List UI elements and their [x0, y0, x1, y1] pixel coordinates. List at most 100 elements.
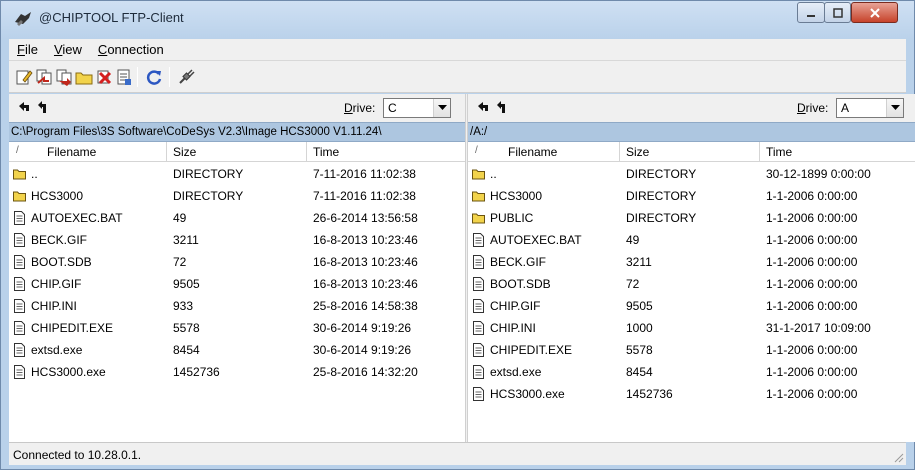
file-row[interactable]: BECK.GIF 3211 16-8-2013 10:23:46 — [9, 229, 465, 251]
file-size: DIRECTORY — [626, 167, 697, 181]
file-icon — [14, 343, 25, 357]
file-row[interactable]: extsd.exe 8454 30-6-2014 9:19:26 — [9, 339, 465, 361]
remote-drive-value: A — [841, 101, 850, 115]
file-size: 5578 — [626, 343, 653, 357]
new-folder-icon[interactable] — [75, 68, 93, 86]
file-time: 1-1-2006 0:00:00 — [766, 277, 858, 291]
close-button[interactable] — [851, 2, 898, 23]
remote-file-list: .. DIRECTORY 30-12-1899 0:00:00 HCS3000 DIRE… — [468, 163, 915, 405]
remote-panel: Drive: A /A:/ / Filename Size Time .. DIR — [468, 94, 915, 442]
folder-icon — [13, 169, 26, 180]
status-bar: Connected to 10.28.0.1. — [9, 442, 906, 465]
file-icon — [473, 255, 484, 269]
remote-drive-select[interactable]: A — [836, 98, 904, 118]
menu-view[interactable]: View — [46, 42, 90, 57]
file-row[interactable]: CHIPEDIT.EXE 5578 1-1-2006 0:00:00 — [468, 339, 915, 361]
remote-col-filename-label: Filename — [508, 145, 558, 159]
file-name: CHIPEDIT.EXE — [31, 321, 114, 335]
file-icon — [473, 365, 484, 379]
edit-icon[interactable] — [15, 68, 33, 86]
file-time: 16-8-2013 10:23:46 — [313, 233, 418, 247]
file-row[interactable]: AUTOEXEC.BAT 49 1-1-2006 0:00:00 — [468, 229, 915, 251]
local-col-filename-label: Filename — [47, 145, 97, 159]
delete-icon[interactable] — [95, 68, 113, 86]
properties-icon[interactable] — [115, 68, 133, 86]
file-icon — [14, 299, 25, 313]
toolbar — [9, 61, 906, 93]
file-name: BECK.GIF — [490, 255, 547, 269]
local-col-size[interactable]: Size — [167, 142, 307, 162]
file-size: 3211 — [626, 255, 652, 269]
file-row[interactable]: BOOT.SDB 72 16-8-2013 10:23:46 — [9, 251, 465, 273]
disconnect-icon[interactable] — [177, 68, 195, 86]
back-icon[interactable] — [17, 101, 31, 114]
file-row[interactable]: CHIP.INI 933 25-8-2016 14:58:38 — [9, 295, 465, 317]
file-size: 8454 — [173, 343, 200, 357]
refresh-icon[interactable] — [145, 68, 163, 86]
file-row[interactable]: .. DIRECTORY 7-11-2016 11:02:38 — [9, 163, 465, 185]
file-row[interactable]: AUTOEXEC.BAT 49 26-6-2014 13:56:58 — [9, 207, 465, 229]
file-row[interactable]: HCS3000.exe 1452736 25-8-2016 14:32:20 — [9, 361, 465, 383]
back-icon[interactable] — [476, 101, 490, 114]
maximize-button[interactable] — [824, 2, 851, 23]
file-size: 9505 — [626, 299, 653, 313]
local-col-time-label: Time — [313, 145, 340, 159]
file-row[interactable]: extsd.exe 8454 1-1-2006 0:00:00 — [468, 361, 915, 383]
file-size: 8454 — [626, 365, 653, 379]
file-row[interactable]: HCS3000.exe 1452736 1-1-2006 0:00:00 — [468, 383, 915, 405]
file-size: DIRECTORY — [626, 189, 697, 203]
chevron-down-icon — [890, 105, 900, 110]
file-row[interactable]: .. DIRECTORY 30-12-1899 0:00:00 — [468, 163, 915, 185]
title-bar[interactable]: @CHIPTOOL FTP-Client — [1, 1, 914, 39]
local-drive-label-text: rive: — [352, 101, 376, 115]
menu-connection[interactable]: Connection — [90, 42, 172, 57]
file-size: 9505 — [173, 277, 200, 291]
menu-file[interactable]: File — [9, 42, 46, 57]
minimize-button[interactable] — [797, 2, 825, 23]
file-size: 72 — [626, 277, 640, 291]
file-icon — [473, 277, 484, 291]
parent-folder-icon[interactable] — [494, 101, 508, 114]
file-name: BECK.GIF — [31, 233, 88, 247]
remote-col-time[interactable]: Time — [760, 142, 915, 162]
file-row[interactable]: CHIP.GIF 9505 16-8-2013 10:23:46 — [9, 273, 465, 295]
remote-col-size[interactable]: Size — [620, 142, 760, 162]
copy-left-icon[interactable] — [35, 68, 53, 86]
menu-file-accel: F — [17, 42, 25, 57]
local-drive-dropdown[interactable] — [433, 99, 450, 117]
local-col-filename[interactable]: / Filename — [9, 142, 167, 162]
local-path-bar: C:\Program Files\3S Software\CoDeSys V2.… — [9, 122, 465, 142]
remote-col-size-label: Size — [626, 145, 650, 159]
file-size: 72 — [173, 255, 187, 269]
file-name: extsd.exe — [31, 343, 83, 357]
resize-grip-icon[interactable] — [892, 451, 904, 463]
local-drive-select[interactable]: C — [383, 98, 451, 118]
remote-drive-label: Drive: — [797, 101, 828, 115]
copy-right-icon[interactable] — [55, 68, 73, 86]
remote-col-filename[interactable]: / Filename — [468, 142, 620, 162]
minimize-icon — [807, 14, 815, 17]
file-time: 31-1-2017 10:09:00 — [766, 321, 871, 335]
file-name: BOOT.SDB — [490, 277, 551, 291]
parent-folder-icon[interactable] — [35, 101, 49, 114]
file-row[interactable]: BOOT.SDB 72 1-1-2006 0:00:00 — [468, 273, 915, 295]
file-time: 1-1-2006 0:00:00 — [766, 387, 858, 401]
remote-drive-accel: D — [797, 101, 806, 115]
file-row[interactable]: BECK.GIF 3211 1-1-2006 0:00:00 — [468, 251, 915, 273]
local-col-time[interactable]: Time — [307, 142, 465, 162]
remote-drive-dropdown[interactable] — [886, 99, 903, 117]
menu-view-label: iew — [62, 42, 82, 57]
file-name: CHIP.INI — [490, 321, 536, 335]
folder-icon — [472, 169, 485, 180]
remote-nav-bar: Drive: A — [468, 94, 915, 122]
file-row[interactable]: PUBLIC DIRECTORY 1-1-2006 0:00:00 — [468, 207, 915, 229]
file-row[interactable]: HCS3000 DIRECTORY 7-11-2016 11:02:38 — [9, 185, 465, 207]
menu-connection-accel: C — [97, 42, 108, 57]
file-row[interactable]: HCS3000 DIRECTORY 1-1-2006 0:00:00 — [468, 185, 915, 207]
folder-icon — [13, 191, 26, 202]
file-row[interactable]: CHIP.INI 1000 31-1-2017 10:09:00 — [468, 317, 915, 339]
file-row[interactable]: CHIP.GIF 9505 1-1-2006 0:00:00 — [468, 295, 915, 317]
file-icon — [14, 365, 25, 379]
file-row[interactable]: CHIPEDIT.EXE 5578 30-6-2014 9:19:26 — [9, 317, 465, 339]
file-icon — [14, 211, 25, 225]
